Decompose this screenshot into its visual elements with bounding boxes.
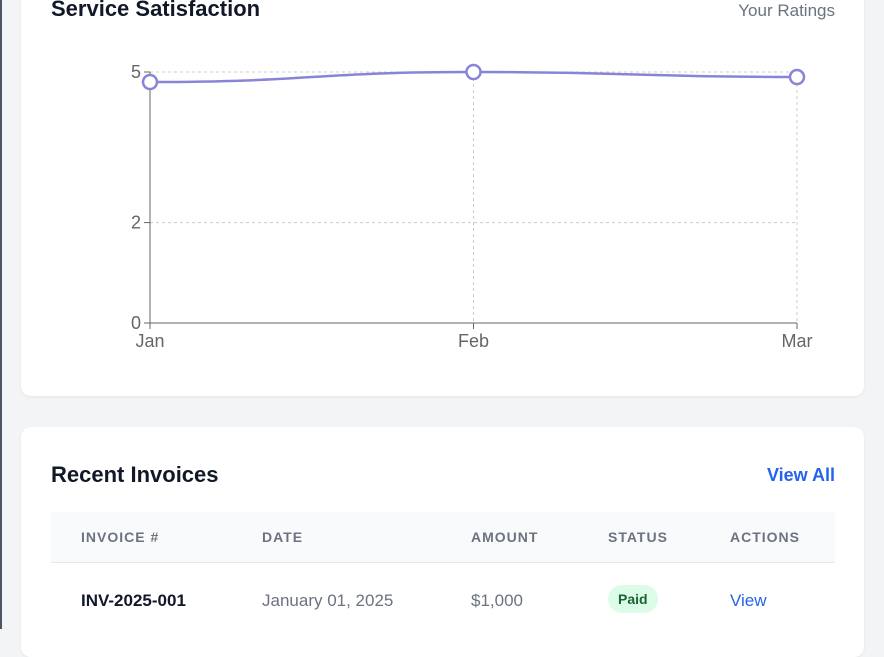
satisfaction-card: Service Satisfaction Your Ratings 0 2 5 Jan… <box>21 0 864 396</box>
data-point <box>465 63 482 81</box>
column-header-actions: ACTIONS <box>730 529 800 545</box>
x-tick-label: Feb <box>458 331 489 351</box>
table-row: INV-2025-001 January 01, 2025 $1,000 Pai… <box>51 563 835 639</box>
satisfaction-line-chart: 0 2 5 Jan Feb Mar <box>131 62 813 351</box>
recent-invoices-card: Recent Invoices View All INVOICE # DATE … <box>21 427 864 657</box>
data-point <box>141 73 159 91</box>
invoices-table: INVOICE # DATE AMOUNT STATUS ACTIONS INV… <box>51 512 835 639</box>
invoice-date: January 01, 2025 <box>262 591 394 610</box>
column-header-invoice: INVOICE # <box>81 529 160 545</box>
table-header: INVOICE # DATE AMOUNT STATUS ACTIONS <box>51 512 835 563</box>
invoice-number: INV-2025-001 <box>81 591 186 610</box>
y-tick-label: 0 <box>131 313 141 333</box>
y-tick-label: 2 <box>131 213 141 233</box>
column-header-status: STATUS <box>608 529 668 545</box>
x-tick-label: Mar <box>782 331 813 351</box>
y-tick-label: 5 <box>131 62 141 82</box>
view-all-link[interactable]: View All <box>767 465 835 486</box>
data-point <box>788 68 806 86</box>
invoice-amount: $1,000 <box>471 591 523 610</box>
column-header-date: DATE <box>262 529 304 545</box>
recent-invoices-title: Recent Invoices <box>51 462 219 487</box>
x-tick-label: Jan <box>135 331 164 351</box>
window-left-border <box>0 0 2 629</box>
view-invoice-link[interactable]: View <box>730 591 767 611</box>
column-header-amount: AMOUNT <box>471 529 539 545</box>
status-badge: Paid <box>608 585 658 613</box>
